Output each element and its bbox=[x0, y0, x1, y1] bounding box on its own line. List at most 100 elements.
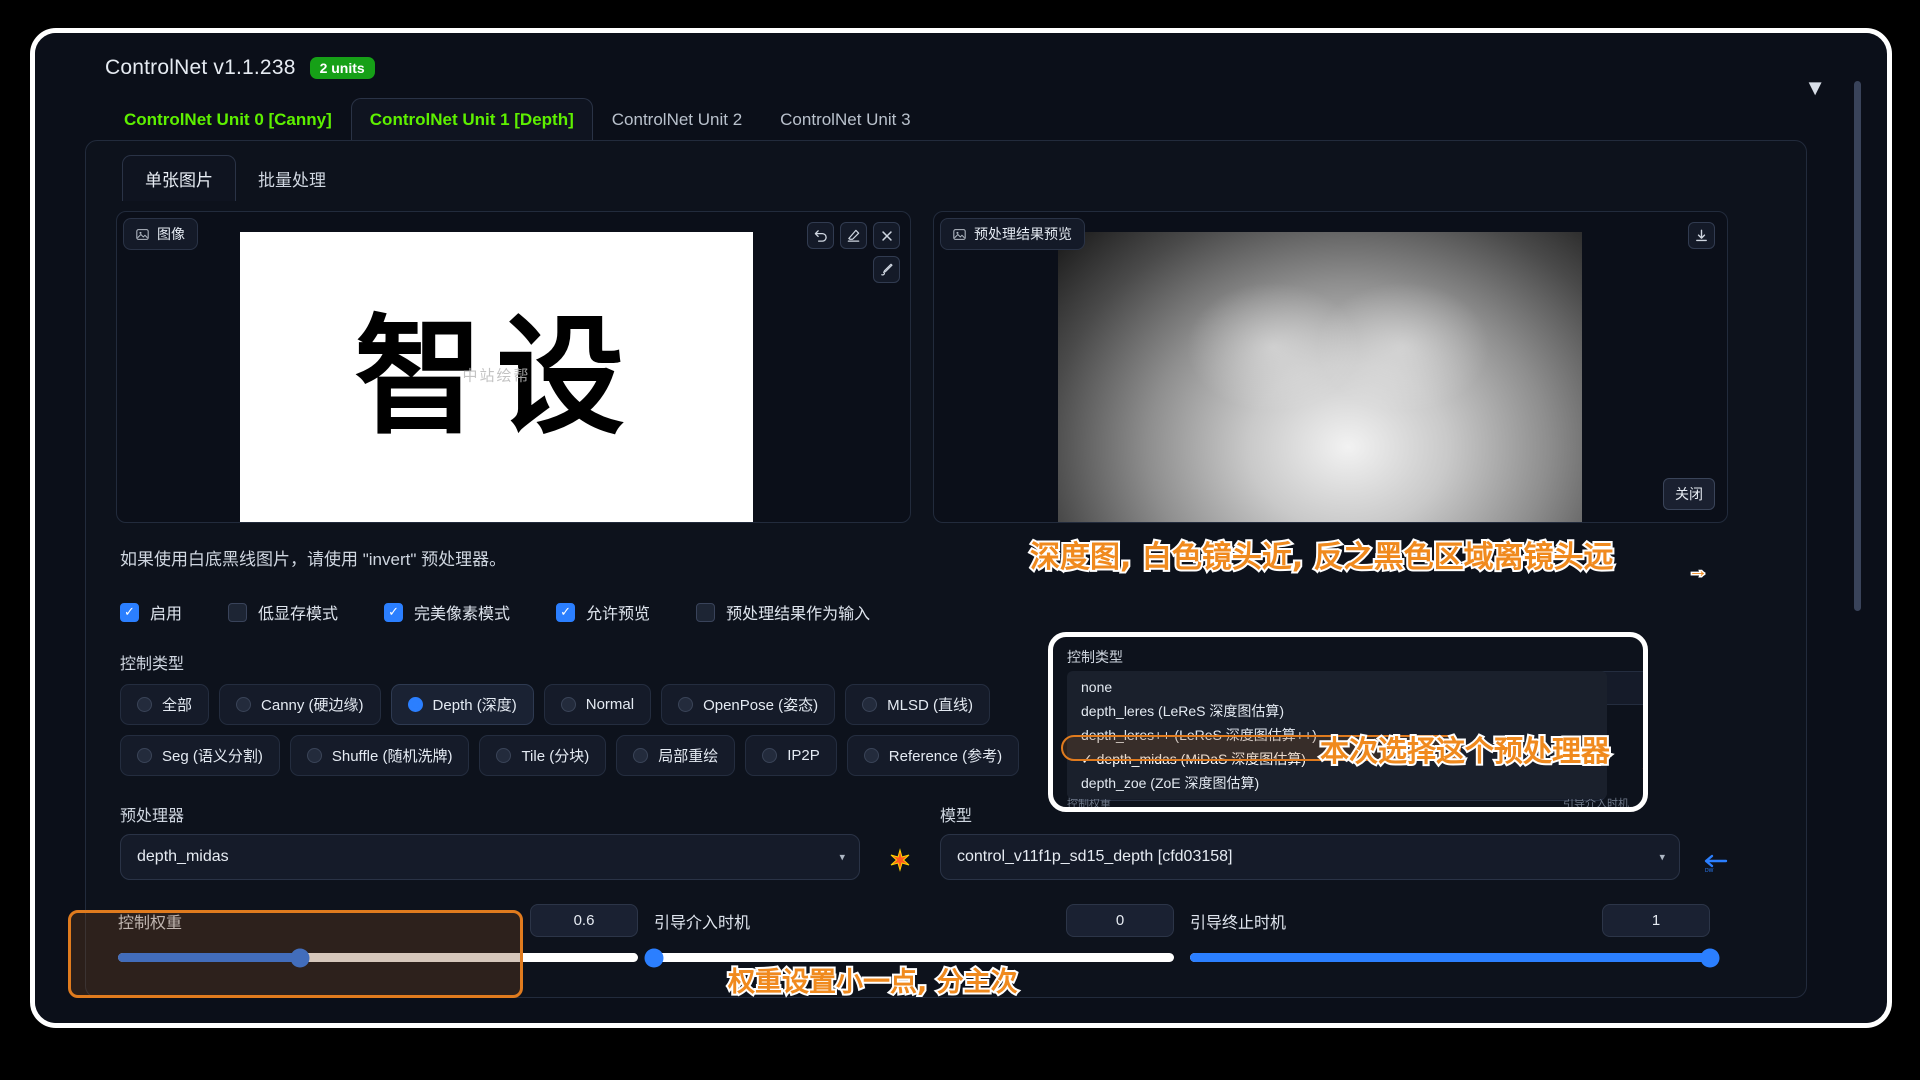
radio-reference-dot[interactable] bbox=[863, 748, 879, 763]
tab-batch-process[interactable]: 批量处理 bbox=[236, 156, 348, 201]
checkbox-preprocess-as-input[interactable]: ✓ 预处理结果作为输入 bbox=[696, 600, 870, 624]
radio-mlsd[interactable]: MLSD (直线) bbox=[845, 684, 990, 725]
slider-guidance-end-track[interactable] bbox=[1190, 948, 1720, 967]
unit-tab-bar: ControlNet Unit 0 [Canny] ControlNet Uni… bbox=[105, 97, 1848, 141]
radio-shuffle-label: Shuffle (随机洗牌) bbox=[331, 748, 453, 765]
radio-all-dot[interactable] bbox=[137, 697, 152, 712]
image-icon bbox=[953, 228, 966, 240]
chevron-down-icon[interactable]: ▾ bbox=[1659, 851, 1665, 864]
radio-canny-dot[interactable] bbox=[236, 697, 252, 712]
radio-depth[interactable]: Depth (深度) bbox=[390, 684, 534, 725]
preprocessor-model-row: 预处理器 depth_midas ▾ 模型 control_v11f1p_sd1… bbox=[120, 802, 1784, 880]
checkbox-pixel-perfect-box[interactable]: ✓ bbox=[384, 602, 404, 622]
erase-icon[interactable] bbox=[840, 222, 867, 249]
checkbox-allow-preview[interactable]: ✓ 允许预览 bbox=[556, 600, 650, 624]
checkbox-preprocess-as-input-label: 预处理结果作为输入 bbox=[726, 606, 871, 623]
checkbox-low-vram-box[interactable]: ✓ bbox=[228, 602, 248, 622]
slider-guidance-end-knob[interactable] bbox=[1700, 948, 1720, 967]
tab-unit-0[interactable]: ControlNet Unit 0 [Canny] bbox=[105, 98, 351, 141]
radio-tile[interactable]: Tile (分块) bbox=[479, 735, 607, 776]
dropdown-accent-marker: ✳ bbox=[1642, 759, 1643, 780]
preprocessor-label: 预处理器 bbox=[120, 808, 185, 825]
image-row: 图像 智设 中站绘帮 预处理结果预览 关闭 bbox=[116, 211, 1784, 523]
panel-header: ControlNet v1.1.238 2 units bbox=[57, 49, 1848, 87]
model-select[interactable]: control_v11f1p_sd15_depth [cfd03158] ▾ bbox=[940, 834, 1680, 880]
radio-canny-label: Canny (硬边缘) bbox=[261, 697, 364, 714]
preview-tag: 预处理结果预览 bbox=[940, 218, 1085, 250]
radio-normal[interactable]: Normal bbox=[543, 684, 652, 725]
radio-openpose[interactable]: OpenPose (姿态) bbox=[661, 684, 836, 725]
screen-root: ControlNet v1.1.238 2 units ▼ ControlNet… bbox=[0, 0, 1920, 1080]
radio-shuffle-dot[interactable] bbox=[306, 748, 322, 763]
slider-control-weight-label: 控制权重 bbox=[118, 914, 183, 932]
radio-ip2p-dot[interactable] bbox=[762, 748, 778, 763]
radio-inpaint-dot[interactable] bbox=[633, 748, 649, 763]
preview-image-box[interactable]: 预处理结果预览 关闭 bbox=[933, 211, 1728, 523]
slider-control-weight-track[interactable] bbox=[118, 948, 638, 967]
radio-openpose-label: OpenPose (姿态) bbox=[703, 697, 819, 714]
options-checkbox-row: ✓ 启用 ✓ 低显存模式 ✓ 完美像素模式 ✓ 允许预览 bbox=[120, 600, 1784, 624]
checkbox-low-vram[interactable]: ✓ 低显存模式 bbox=[228, 600, 338, 624]
radio-canny[interactable]: Canny (硬边缘) bbox=[219, 684, 381, 725]
preview-close-button[interactable]: 关闭 bbox=[1663, 478, 1715, 510]
radio-tile-dot[interactable] bbox=[496, 748, 512, 763]
checkbox-enable-label: 启用 bbox=[150, 606, 183, 623]
dropdown-option-none[interactable]: none bbox=[1067, 675, 1607, 699]
radio-reference[interactable]: Reference (参考) bbox=[846, 735, 1020, 776]
dropdown-option-depth-zoe[interactable]: depth_zoe (ZoE 深度图估算) bbox=[1067, 771, 1607, 795]
checkbox-enable-box[interactable]: ✓ bbox=[120, 602, 139, 622]
slider-guidance-start-value[interactable]: 0 bbox=[1066, 904, 1174, 937]
dropdown-option-depth-leres[interactable]: depth_leres (LeReS 深度图估算) bbox=[1067, 699, 1607, 723]
tab-unit-2[interactable]: ControlNet Unit 2 bbox=[593, 98, 761, 141]
checkbox-pixel-perfect[interactable]: ✓ 完美像素模式 bbox=[384, 600, 510, 624]
radio-inpaint-label: 局部重绘 bbox=[658, 748, 719, 765]
preprocessor-dropdown-overlay: 控制类型 none depth_leres (LeReS 深度图估算) dept… bbox=[1048, 632, 1648, 812]
radio-seg-dot[interactable] bbox=[137, 748, 152, 763]
radio-tile-label: Tile (分块) bbox=[521, 748, 590, 765]
radio-seg[interactable]: Seg (语义分割) bbox=[120, 735, 280, 776]
radio-mlsd-dot[interactable] bbox=[862, 697, 878, 712]
checkbox-enable[interactable]: ✓ 启用 bbox=[120, 600, 182, 624]
radio-all[interactable]: 全部 bbox=[120, 684, 210, 725]
collapse-chevron-icon[interactable]: ▼ bbox=[1804, 77, 1826, 99]
image-icon bbox=[136, 228, 149, 240]
radio-normal-dot[interactable] bbox=[560, 697, 576, 712]
source-image-box[interactable]: 图像 智设 中站绘帮 bbox=[116, 211, 911, 523]
annotation-arrow-icon: → bbox=[1687, 559, 1710, 584]
scrollbar-thumb[interactable] bbox=[1854, 81, 1861, 611]
swap-arrow-icon[interactable]: DW bbox=[1680, 852, 1750, 880]
radio-shuffle[interactable]: Shuffle (随机洗牌) bbox=[289, 735, 470, 776]
download-icon[interactable] bbox=[1688, 222, 1715, 249]
checkbox-low-vram-label: 低显存模式 bbox=[258, 606, 339, 623]
tab-single-image[interactable]: 单张图片 bbox=[122, 155, 236, 201]
slider-control-weight: 控制权重 0.6 bbox=[118, 904, 638, 967]
slider-guidance-end-head: 引导终止时机 1 bbox=[1190, 904, 1710, 937]
tab-unit-1[interactable]: ControlNet Unit 1 [Depth] bbox=[350, 98, 593, 141]
watermark-text: 中站绘帮 bbox=[462, 367, 531, 385]
preprocessor-select[interactable]: depth_midas ▾ bbox=[120, 834, 860, 880]
slider-guidance-start-knob[interactable] bbox=[644, 948, 664, 967]
checkbox-preprocess-as-input-box[interactable]: ✓ bbox=[696, 602, 716, 622]
slider-guidance-end-value[interactable]: 1 bbox=[1602, 904, 1710, 937]
radio-depth-label: Depth (深度) bbox=[432, 697, 517, 714]
tab-unit-3[interactable]: ControlNet Unit 3 bbox=[761, 98, 929, 141]
edit-brush-icon[interactable] bbox=[873, 256, 900, 283]
slider-control-weight-value[interactable]: 0.6 bbox=[530, 904, 638, 937]
checkbox-allow-preview-box[interactable]: ✓ bbox=[556, 602, 576, 622]
slider-control-weight-head: 控制权重 0.6 bbox=[118, 904, 638, 937]
radio-depth-dot[interactable] bbox=[407, 697, 423, 712]
slider-control-weight-knob[interactable] bbox=[290, 948, 310, 967]
radio-ip2p[interactable]: IP2P bbox=[745, 735, 837, 776]
annotation-preprocessor-note: 本次选择这个预处理器 bbox=[1318, 732, 1612, 770]
refresh-icon[interactable] bbox=[860, 848, 940, 880]
close-icon[interactable] bbox=[873, 222, 900, 249]
radio-openpose-dot[interactable] bbox=[678, 697, 694, 712]
undo-icon[interactable] bbox=[807, 222, 834, 249]
dropdown-section-label: 控制类型 bbox=[1067, 649, 1123, 665]
annotation-weight-note: 权重设置小一点, 分主次 bbox=[726, 965, 1020, 1000]
preprocessor-field: 预处理器 depth_midas ▾ bbox=[120, 802, 860, 880]
preview-tag-label: 预处理结果预览 bbox=[974, 226, 1072, 242]
slider-guidance-start-head: 引导介入时机 0 bbox=[654, 904, 1174, 937]
chevron-down-icon[interactable]: ▾ bbox=[839, 851, 845, 864]
radio-inpaint[interactable]: 局部重绘 bbox=[616, 735, 736, 776]
